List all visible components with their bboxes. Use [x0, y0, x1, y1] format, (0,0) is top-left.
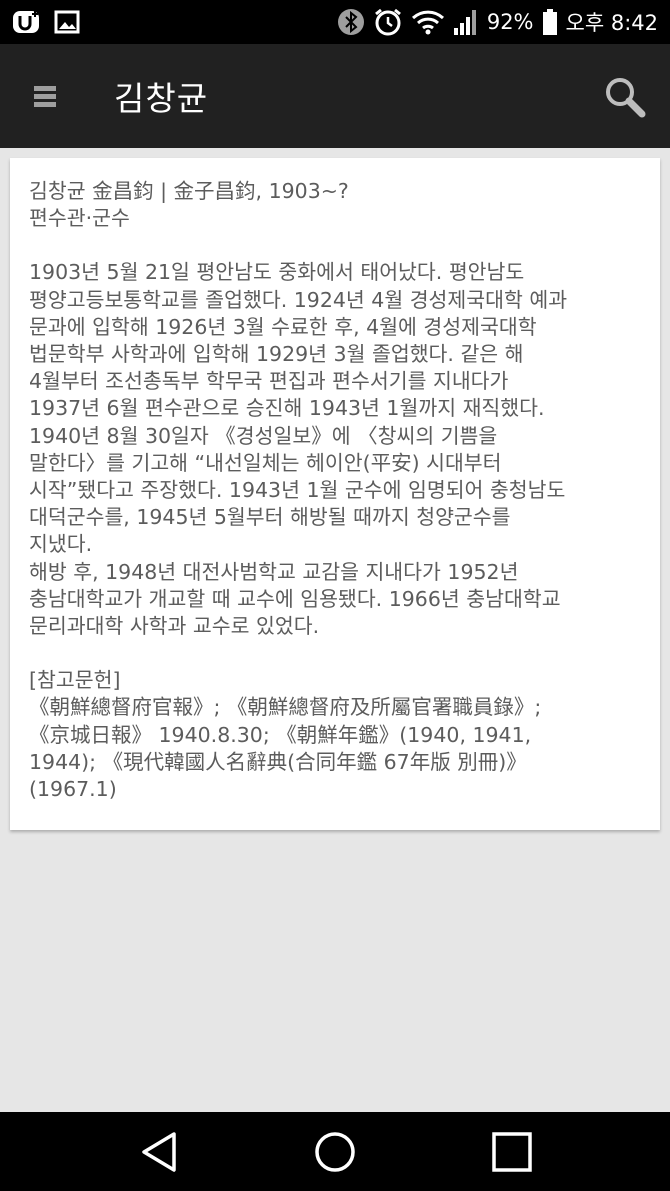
references-text: 《朝鮮總督府官報》; 《朝鮮總督府及所屬官署職員錄》; 《京城日報》 1940.… [29, 695, 542, 802]
battery-icon [542, 9, 557, 35]
back-button[interactable] [138, 1130, 182, 1174]
back-triangle-icon [142, 1132, 176, 1172]
page-title: 김창균 [114, 79, 209, 118]
gallery-icon [54, 10, 80, 34]
recents-square-icon [492, 1132, 532, 1172]
article-subheading: 편수관·군수 [29, 206, 130, 231]
bluetooth-icon [337, 9, 364, 35]
article-body-paragraph: 해방 후, 1948년 대전사범학교 교감을 지내다가 1952년 충남대학교가… [29, 559, 561, 639]
signal-icon [453, 10, 476, 35]
alarm-icon [374, 8, 401, 36]
wifi-icon [411, 10, 444, 35]
status-right-icons: 92% 오후 8:42 [337, 7, 658, 37]
clock: 오후 8:42 [565, 11, 658, 35]
battery-percent: 92% [486, 10, 534, 34]
status-bar: 92% 오후 8:42 [0, 0, 670, 44]
search-icon [606, 78, 646, 118]
menu-button[interactable] [34, 82, 60, 110]
home-circle-icon [315, 1132, 355, 1172]
references-label: [참고문헌] [29, 668, 121, 693]
article-card: 김창균 金昌鈞 | 金子昌鈞, 1903~? 편수관·군수 1903년 5월 2… [10, 158, 660, 830]
search-button[interactable] [602, 74, 650, 122]
uplus-icon [13, 11, 39, 33]
navigation-bar [0, 1112, 670, 1191]
home-button[interactable] [313, 1130, 357, 1174]
status-left-icons [12, 9, 80, 35]
article-heading: 김창균 金昌鈞 | 金子昌鈞, 1903~? [29, 179, 349, 203]
article-body-paragraph: 1903년 5월 21일 평안남도 중화에서 태어났다. 평안남도 평양고등보통… [29, 260, 568, 557]
app-bar: 김창균 [0, 44, 670, 148]
recents-button[interactable] [490, 1130, 534, 1174]
